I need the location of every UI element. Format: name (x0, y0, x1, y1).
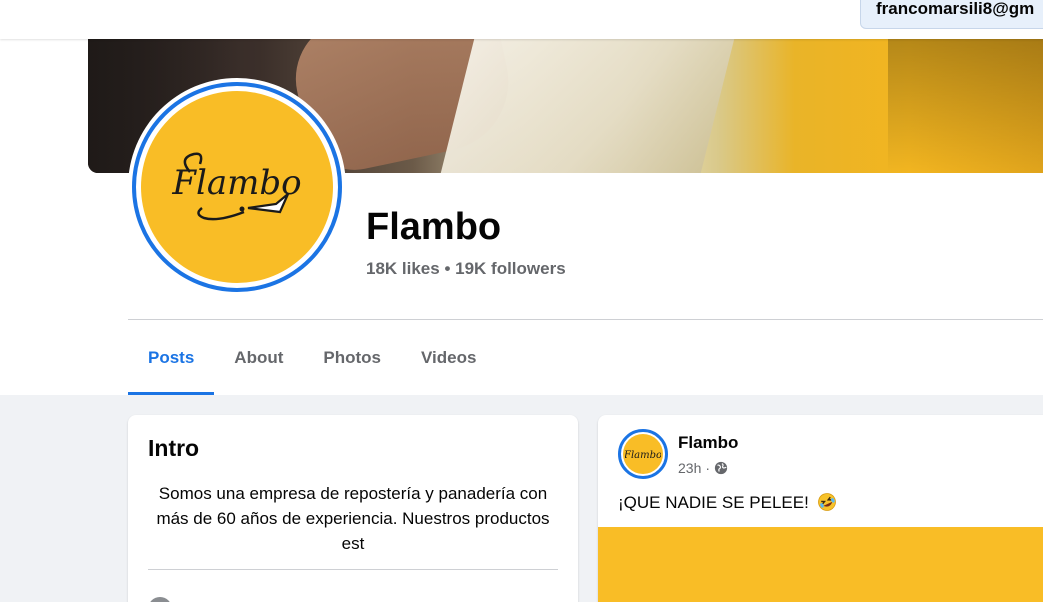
page-tabs: Posts About Photos Videos (128, 320, 496, 395)
post-text: ¡QUE NADIE SE PELEE! (618, 492, 837, 513)
intro-title: Intro (148, 435, 200, 461)
tab-photos[interactable]: Photos (303, 320, 401, 395)
post-meta: 23h · (678, 460, 728, 476)
top-bar: francomarsili8@gm (0, 0, 1043, 39)
meta-separator: · (705, 460, 711, 476)
profile-picture[interactable]: Flambo (128, 78, 346, 296)
page-header: Flambo Flambo 18K likes • 19K followers … (0, 39, 1043, 395)
page-stats[interactable]: 18K likes • 19K followers (366, 259, 566, 279)
post-author-avatar[interactable]: Flambo (618, 429, 668, 479)
flambo-logo: Flambo (141, 91, 333, 283)
story-ring: Flambo (132, 82, 342, 292)
rolling-laughing-emoji-icon (817, 493, 836, 511)
tab-posts[interactable]: Posts (128, 320, 215, 395)
flambo-logo-icon: Flambo (171, 152, 302, 221)
mini-logo-lettering: Flambo (625, 450, 661, 461)
tab-videos[interactable]: Videos (401, 320, 496, 395)
post-card: Flambo Flambo 23h · ¡QUE NADIE SE PELEE! (598, 415, 1043, 602)
tab-about[interactable]: About (214, 320, 303, 395)
account-email-field[interactable]: francomarsili8@gm (860, 0, 1043, 29)
flambo-mini-logo-icon: Flambo (625, 450, 661, 461)
intro-card: Intro Somos una empresa de repostería y … (128, 415, 578, 602)
post-timestamp[interactable]: 23h (678, 460, 701, 476)
post-author-name[interactable]: Flambo (678, 433, 738, 453)
globe-icon[interactable] (714, 461, 728, 475)
logo-lettering: Flambo (171, 163, 301, 203)
intro-divider (148, 569, 558, 570)
post-image[interactable] (598, 527, 1043, 602)
info-icon (148, 597, 172, 602)
cover-package-shape (439, 39, 737, 173)
page-title: Flambo (366, 206, 502, 248)
post-message: ¡QUE NADIE SE PELEE! (618, 493, 809, 512)
intro-description: Somos una empresa de repostería y panade… (156, 484, 550, 553)
